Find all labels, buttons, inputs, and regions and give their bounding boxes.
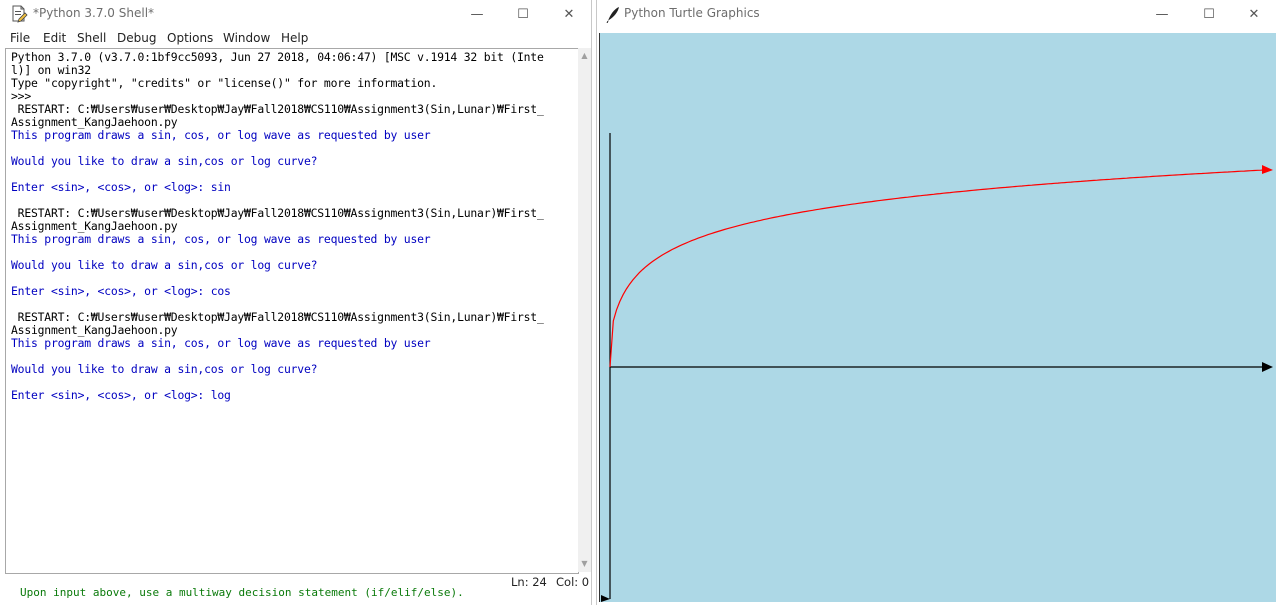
- turtle-canvas[interactable]: [599, 33, 1276, 602]
- turtle-window: Python Turtle Graphics — ☐ ✕: [596, 0, 1276, 605]
- vertical-scrollbar[interactable]: ▲ ▼: [578, 48, 591, 572]
- shell-line: Would you like to draw a sin,cos or log …: [11, 258, 318, 272]
- shell-line: This program draws a sin, cos, or log wa…: [11, 128, 431, 142]
- turtle-drawing: [601, 133, 1273, 602]
- turtle-titlebar[interactable]: Python Turtle Graphics — ☐ ✕: [597, 0, 1276, 28]
- shell-line: This program draws a sin, cos, or log wa…: [11, 336, 431, 350]
- shell-line: Enter <sin>, <cos>, or <log>: cos: [11, 284, 231, 298]
- shell-titlebar[interactable]: *Python 3.7.0 Shell* — ☐ ✕: [0, 0, 591, 28]
- shell-text-area[interactable]: Python 3.7.0 (v3.7.0:1bf9cc5093, Jun 27 …: [5, 48, 579, 574]
- line-number: Ln: 24: [511, 575, 547, 589]
- shell-line: Enter <sin>, <cos>, or <log>: log: [11, 388, 231, 402]
- menu-debug[interactable]: Debug: [117, 31, 156, 45]
- menu-shell[interactable]: Shell: [77, 31, 106, 45]
- shell-line: Would you like to draw a sin,cos or log …: [11, 362, 318, 376]
- menubar: File Edit Shell Debug Options Window Hel…: [0, 28, 591, 48]
- menu-edit[interactable]: Edit: [43, 31, 66, 45]
- idle-file-icon: [10, 5, 28, 23]
- shell-line: This program draws a sin, cos, or log wa…: [11, 232, 431, 246]
- shell-line: Enter <sin>, <cos>, or <log>: sin: [11, 180, 231, 194]
- behind-window-text: Upon input above, use a multiway decisio…: [20, 586, 464, 599]
- scroll-up-icon[interactable]: ▲: [578, 49, 591, 62]
- menu-options[interactable]: Options: [167, 31, 213, 45]
- minimize-button[interactable]: —: [1139, 0, 1185, 28]
- scroll-down-icon[interactable]: ▼: [578, 557, 591, 570]
- x-axis-arrow-icon: [1262, 362, 1273, 372]
- turtle-title: Python Turtle Graphics: [624, 6, 760, 20]
- close-button[interactable]: ✕: [1231, 0, 1276, 28]
- menu-window[interactable]: Window: [223, 31, 270, 45]
- curve-arrow-icon: [1262, 165, 1273, 174]
- menu-help[interactable]: Help: [281, 31, 308, 45]
- feather-icon: [604, 5, 622, 24]
- shell-title: *Python 3.7.0 Shell*: [33, 6, 155, 20]
- shell-line: Would you like to draw a sin,cos or log …: [11, 154, 318, 168]
- menu-file[interactable]: File: [10, 31, 30, 45]
- maximize-button[interactable]: ☐: [1186, 0, 1232, 28]
- shell-window: *Python 3.7.0 Shell* — ☐ ✕ File Edit She…: [0, 0, 592, 605]
- maximize-button[interactable]: ☐: [500, 0, 546, 28]
- shell-line: Type "copyright", "credits" or "license(…: [11, 76, 438, 90]
- column-number: Col: 0: [556, 575, 590, 589]
- y-axis-arrow-icon: [601, 595, 610, 602]
- log-curve: [609, 169, 1265, 368]
- close-button[interactable]: ✕: [546, 0, 592, 28]
- minimize-button[interactable]: —: [454, 0, 500, 28]
